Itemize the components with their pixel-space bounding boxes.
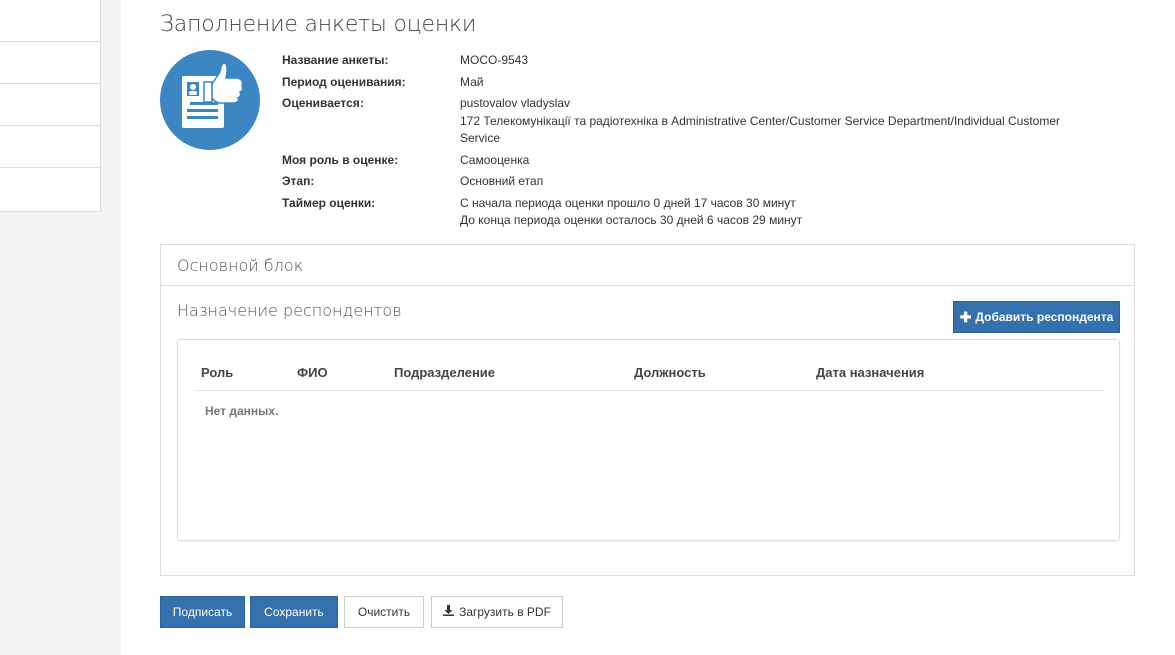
respondents-table: Роль ФИО Подразделение Должность Дата на… [177, 339, 1120, 541]
info-label: Этап: [282, 174, 315, 188]
sidebar-item[interactable] [0, 42, 100, 84]
info-row-timer: Таймер оценки: С начала периода оценки п… [282, 195, 1082, 230]
clear-button[interactable]: Очистить [344, 596, 424, 628]
download-icon [443, 605, 455, 619]
main-content: Заполнение анкеты оценки Название анкеты… [121, 0, 1175, 655]
sidebar-item[interactable] [0, 168, 100, 210]
info-row-stage: Этап: Основний етап [282, 173, 1082, 191]
sidebar-item[interactable] [0, 84, 100, 126]
block-title: Основной блок [161, 245, 1134, 286]
info-value: MOCO-9543 [460, 52, 1070, 70]
info-label: Моя роль в оценке: [282, 152, 399, 167]
info-line: MOCO-9543 [460, 53, 529, 67]
column-header-role[interactable]: Роль [201, 365, 233, 380]
plus-icon: ✚ [959, 309, 972, 325]
sidebar-item[interactable] [0, 0, 100, 42]
download-pdf-label: Загрузить в PDF [459, 605, 551, 619]
info-row-name: Название анкеты: MOCO-9543 [282, 52, 1082, 70]
info-value: pustovalov vladyslav 172 Телекомунікації… [460, 95, 1070, 148]
add-respondent-button[interactable]: ✚ Добавить респондента [953, 301, 1120, 333]
column-header-assign-date[interactable]: Дата назначения [816, 365, 924, 380]
column-header-department[interactable]: Подразделение [394, 365, 495, 380]
info-row-role: Моя роль в оценке: Самооценка [282, 152, 1082, 170]
sign-button[interactable]: Подписать [160, 596, 245, 628]
info-label: Оценивается: [282, 96, 364, 110]
empty-message: Нет данных. [205, 404, 279, 418]
download-pdf-button[interactable]: Загрузить в PDF [431, 596, 563, 628]
info-label: Название анкеты: [282, 53, 389, 67]
info-line: pustovalov vladyslav [460, 96, 571, 110]
info-row-evaluated: Оценивается: pustovalov vladyslav 172 Те… [282, 95, 1082, 148]
profile-card-thumbs-up-icon [160, 50, 260, 150]
page-title: Заполнение анкеты оценки [160, 12, 477, 37]
section-title: Назначение респондентов [177, 301, 402, 320]
main-block: Основной блок Назначение респондентов ✚ … [160, 244, 1135, 576]
info-label: Период оценивания: [282, 74, 406, 89]
info-line: Основний етап [460, 174, 544, 188]
info-line: Самооценка [460, 152, 530, 167]
table-header: Роль ФИО Подразделение Должность Дата на… [194, 364, 1104, 391]
info-line: 172 Телекомунікації та радіотехніка в Ad… [460, 113, 1060, 146]
info-line: Май [460, 74, 484, 89]
info-line: До конца периода оценки осталось 30 дней… [460, 213, 803, 227]
info-value: Основний етап [460, 173, 1070, 191]
evaluation-info: Название анкеты: MOCO-9543 Период оценив… [282, 52, 1082, 234]
save-button[interactable]: Сохранить [250, 596, 338, 628]
info-value: С начала периода оценки прошло 0 дней 17… [460, 195, 1070, 230]
sidebar [0, 0, 101, 212]
sidebar-item[interactable] [0, 126, 100, 168]
column-header-position[interactable]: Должность [634, 365, 706, 380]
info-value: Самооценка [460, 152, 1070, 170]
add-respondent-label: Добавить респондента [975, 310, 1114, 324]
column-header-name[interactable]: ФИО [297, 365, 328, 380]
info-row-period: Период оценивания: Май [282, 74, 1082, 92]
info-label: Таймер оценки: [282, 195, 376, 210]
info-line: С начала периода оценки прошло 0 дней 17… [460, 195, 796, 210]
info-value: Май [460, 74, 1070, 92]
